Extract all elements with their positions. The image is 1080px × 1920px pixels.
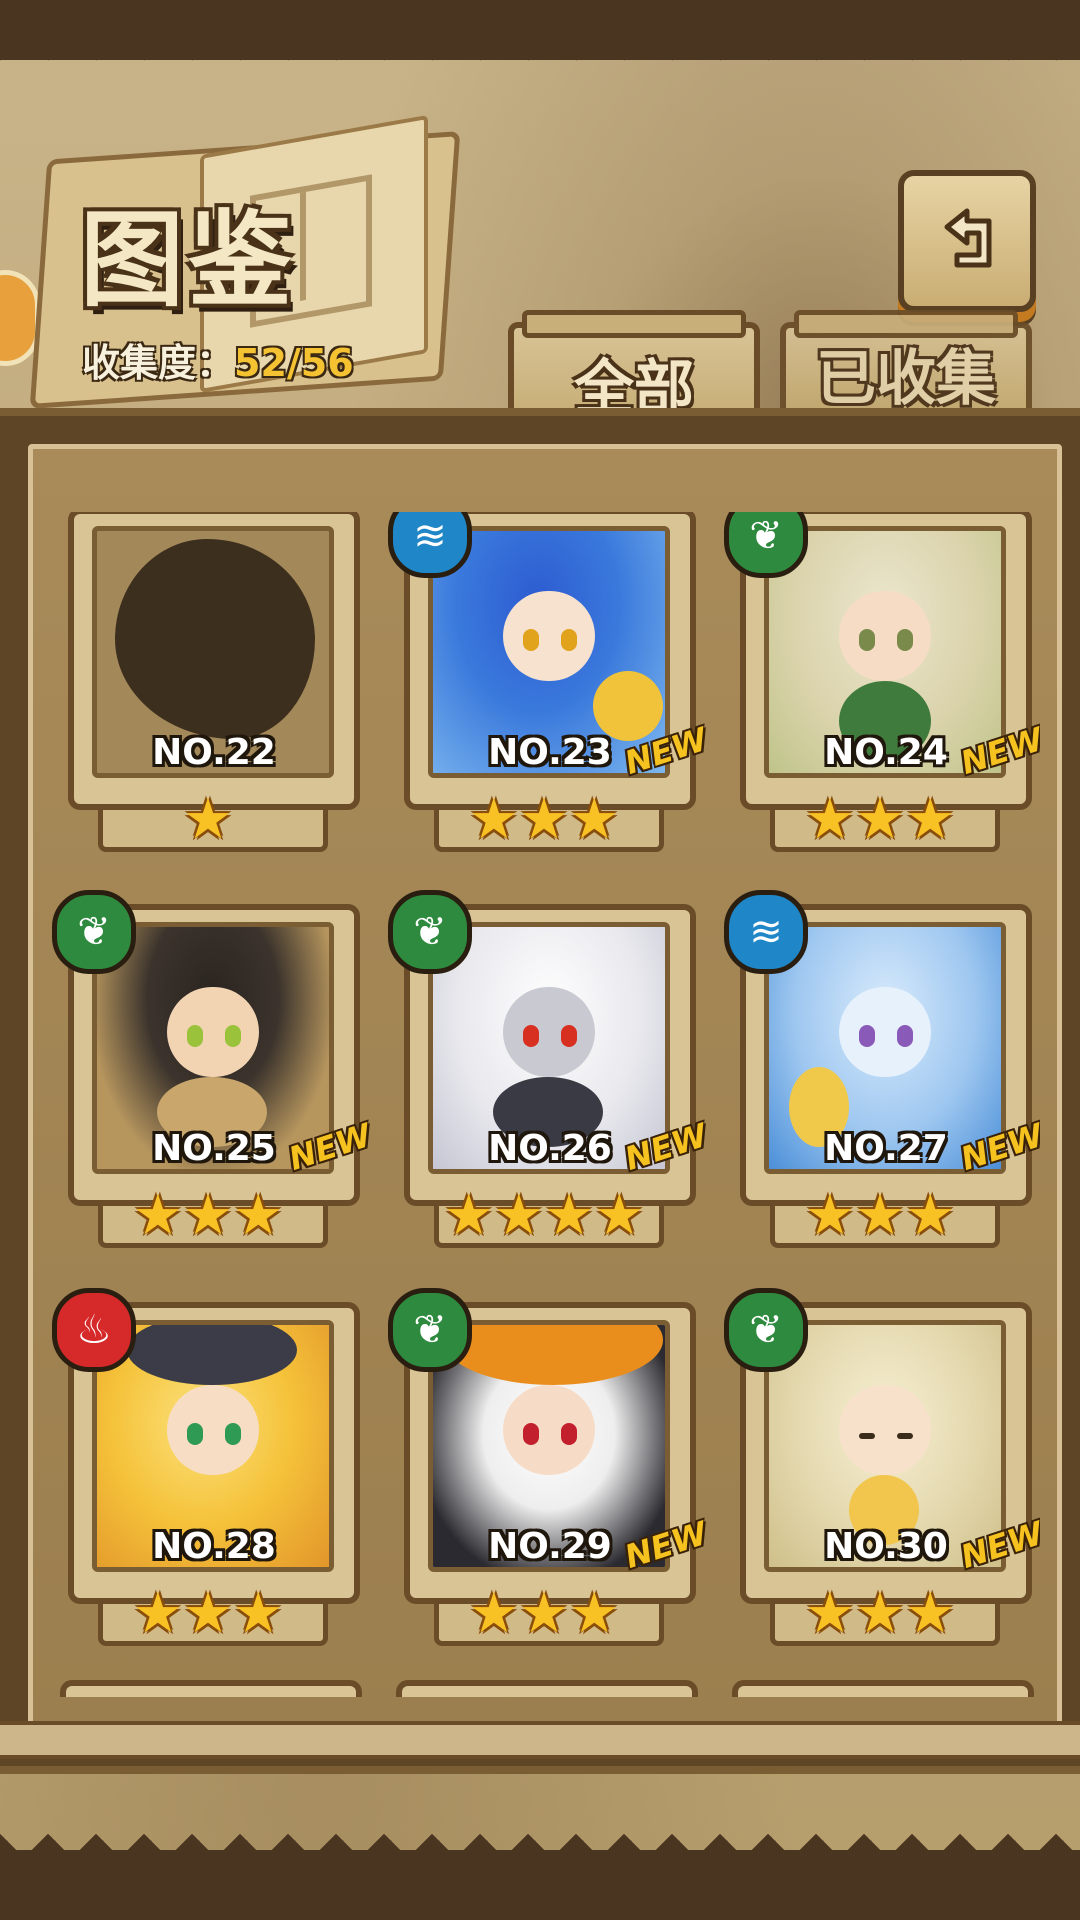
collection-value: 52/56 <box>234 341 354 385</box>
next-row-card-peek <box>396 1680 698 1697</box>
star-rating: ★★★ <box>132 1581 284 1646</box>
panel-bottom-rail <box>0 1721 1080 1759</box>
card-no-25[interactable]: NO.25 NEW ❦ ★★★ <box>52 890 376 1248</box>
collection-label: 收集度： <box>82 341 235 385</box>
card-frame: NO.22 <box>68 512 360 810</box>
card-no-29[interactable]: NO.29 NEW ❦ ★★★ <box>388 1288 712 1646</box>
card-grid[interactable]: NO.22 ★ NO.23 NEW ≋ ★★★ NO.24 NEW ❦ ★★★ … <box>40 512 1040 1697</box>
top-zigzag-border <box>0 0 1080 74</box>
star-rating: ★★★ <box>804 1183 956 1248</box>
tab-cap <box>794 310 1018 338</box>
tab-collected-label: 已收集 <box>816 343 996 414</box>
leaf-element-icon: ❦ <box>724 512 808 578</box>
card-no-30[interactable]: NO.30 NEW ❦ ★★★ <box>724 1288 1040 1646</box>
back-arrow-icon <box>944 208 992 268</box>
water-element-icon: ≋ <box>388 512 472 578</box>
tab-cap <box>522 310 746 338</box>
card-no-27[interactable]: NO.27 NEW ≋ ★★★ <box>724 890 1040 1248</box>
card-no-22[interactable]: NO.22 ★ <box>58 512 360 852</box>
next-row-card-peek <box>732 1680 1034 1697</box>
card-number: NO.22 <box>152 732 276 773</box>
star-rating: ★★★ <box>804 1581 956 1646</box>
collection-progress: 收集度：52/56 <box>82 332 354 387</box>
leaf-element-icon: ❦ <box>388 890 472 974</box>
page-title: 图鉴 <box>80 199 297 321</box>
star-rating: ★ <box>182 787 234 852</box>
star-rating: ★★★ <box>132 1183 284 1248</box>
card-number: NO.28 <box>152 1526 276 1567</box>
card-no-28[interactable]: NO.28 ♨ ★★★ <box>52 1288 360 1646</box>
back-button[interactable] <box>898 170 1036 312</box>
next-row-card-peek <box>60 1680 362 1697</box>
star-rating: ★★★ <box>804 787 956 852</box>
star-rating: ★★★★ <box>443 1183 645 1248</box>
leaf-element-icon: ❦ <box>724 1288 808 1372</box>
star-rating: ★★★ <box>468 787 620 852</box>
card-no-26[interactable]: NO.26 NEW ❦ ★★★★ <box>388 890 712 1248</box>
water-element-icon: ≋ <box>724 890 808 974</box>
flame-element-icon: ♨ <box>52 1288 136 1372</box>
star-rating: ★★★ <box>468 1581 620 1646</box>
tab-collected[interactable]: 已收集 <box>780 310 1032 418</box>
leaf-element-icon: ❦ <box>52 890 136 974</box>
bottom-zigzag-border <box>0 1820 1080 1920</box>
card-no-24[interactable]: NO.24 NEW ❦ ★★★ <box>724 512 1040 852</box>
card-no-23[interactable]: NO.23 NEW ≋ ★★★ <box>388 512 712 852</box>
leaf-element-icon: ❦ <box>388 1288 472 1372</box>
